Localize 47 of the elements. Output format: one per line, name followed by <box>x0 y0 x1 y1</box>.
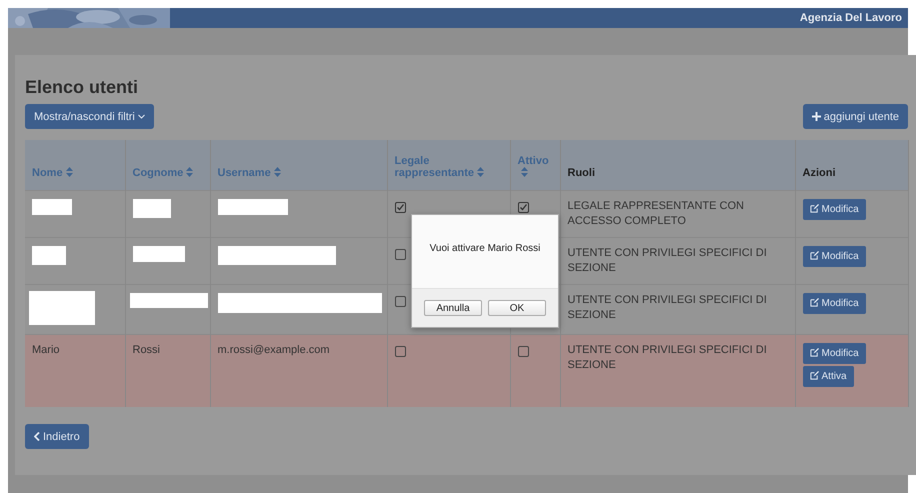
table-cell: LEGALE RAPPRESENTANTE CON ACCESSO COMPLETO <box>568 200 744 226</box>
edit-icon <box>810 250 818 260</box>
dialog-message: Vuoi attivare Mario Rossi <box>430 243 540 254</box>
sort-icon <box>476 166 484 176</box>
checkbox[interactable] <box>394 202 406 212</box>
action-button[interactable]: Modifica <box>802 198 866 220</box>
table-cell: UTENTE CON PRIVILEGI SPECIFICI DI SEZIONE <box>568 246 767 274</box>
sort-icon <box>186 166 194 176</box>
action-button[interactable]: Modifica <box>802 342 866 364</box>
checkbox[interactable] <box>394 248 406 260</box>
table-cell: UTENTE CON PRIVILEGI SPECIFICI DI SEZIONE <box>568 294 767 320</box>
action-button[interactable]: Modifica <box>802 246 866 266</box>
edit-icon <box>810 348 818 356</box>
checkbox[interactable] <box>518 346 528 356</box>
column-header: Ruoli <box>568 166 595 178</box>
caret-icon <box>138 114 145 119</box>
edit-icon <box>810 204 818 212</box>
table-cell: m.rossi@example.com <box>218 344 330 356</box>
sort-icon <box>66 166 73 176</box>
brand-title[interactable]: Agenzia Del Lavoro <box>800 12 908 24</box>
sort-icon <box>520 166 528 176</box>
redaction-block <box>29 290 95 324</box>
table-cell: UTENTE CON PRIVILEGI SPECIFICI DI SEZIONE <box>568 344 767 370</box>
edit-icon <box>810 298 818 306</box>
table-cell: Mario <box>32 344 60 356</box>
add-user-button[interactable]: aggiungi utente <box>802 104 908 129</box>
redaction-block <box>218 198 288 214</box>
page-title: Elenco utenti <box>25 77 140 98</box>
checkbox[interactable] <box>394 346 406 356</box>
redaction-block <box>132 246 184 262</box>
dialog-button[interactable]: OK <box>488 300 546 316</box>
filter-button[interactable]: Mostra/nascondi filtri <box>25 104 154 129</box>
redaction-block <box>32 198 72 214</box>
dialog-button[interactable]: Annulla <box>424 300 482 316</box>
plus-icon <box>812 112 821 121</box>
redaction-block <box>132 198 170 218</box>
column-header: Azioni <box>802 166 836 178</box>
checkbox[interactable] <box>518 202 528 212</box>
edit-icon <box>810 370 818 380</box>
back-button[interactable]: Indietro <box>25 424 89 449</box>
table-cell: Rossi <box>132 344 160 356</box>
redaction-block <box>32 246 66 264</box>
checkbox[interactable] <box>394 296 406 306</box>
action-button[interactable]: Attiva <box>802 366 854 386</box>
action-button[interactable]: Modifica <box>802 292 866 314</box>
sort-icon <box>274 166 281 176</box>
chevron-left-icon <box>34 432 40 441</box>
